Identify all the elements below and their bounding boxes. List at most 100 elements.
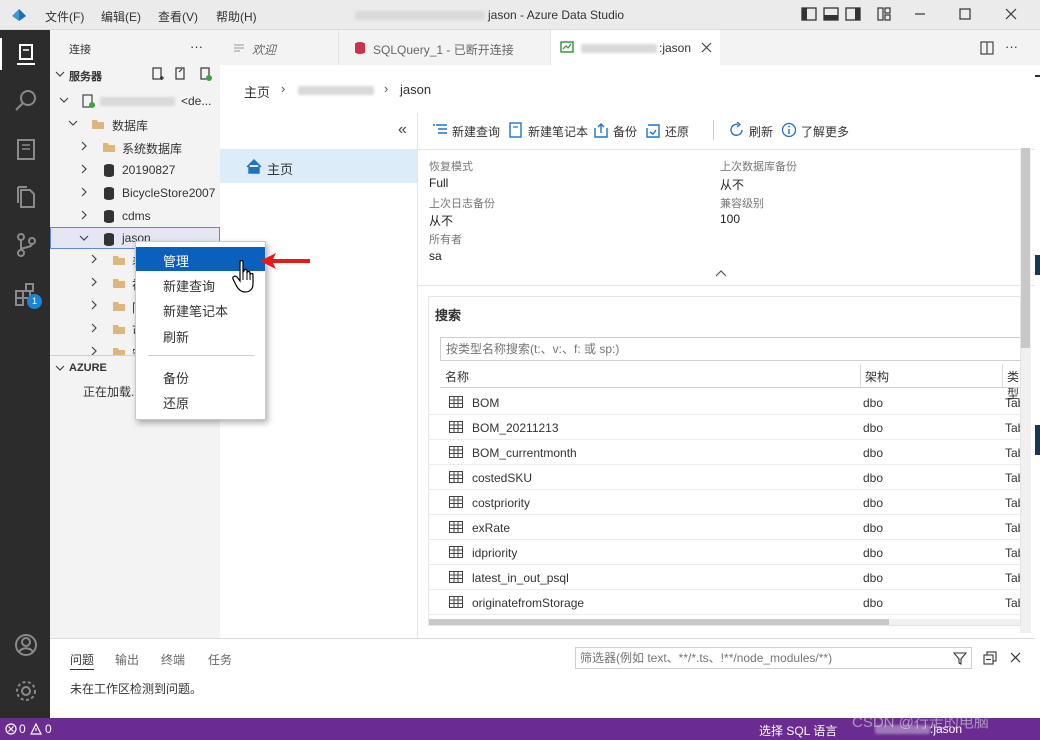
row-name: BOM (472, 396, 500, 410)
activity-bar: 1 (0, 30, 50, 718)
tab-welcome[interactable]: 欢迎 (220, 30, 338, 65)
column-divider (860, 364, 861, 387)
breadcrumb-separator-icon: › (281, 81, 286, 96)
last-log-backup-label: 上次日志备份 (429, 198, 495, 210)
active-connections-icon[interactable] (198, 67, 212, 81)
minimize-icon[interactable] (912, 6, 930, 24)
toggle-panel-icon[interactable] (823, 6, 841, 24)
database-icon (104, 164, 114, 177)
panel-close-icon[interactable] (1010, 652, 1021, 663)
panel-tab-output[interactable]: 输出 (115, 651, 139, 668)
column-header-name[interactable]: 名称 (445, 368, 469, 385)
breadcrumb-separator-icon: › (384, 81, 389, 96)
menu-help[interactable]: 帮助(H) (216, 8, 257, 25)
panel-tab-terminal[interactable]: 终端 (161, 651, 185, 668)
search-results: BOMdboTabBOM_20211213dboTabBOM_currentmo… (429, 390, 1020, 625)
error-count[interactable]: 0 (19, 722, 26, 736)
hand-cursor-icon (232, 260, 254, 293)
tab-dashboard-jason[interactable]: :jason (550, 30, 720, 65)
collapse-properties-icon[interactable] (715, 269, 727, 277)
row-type: Tab (1005, 521, 1020, 535)
language-mode[interactable]: 选择 SQL 语言 (759, 722, 837, 739)
new-server-group-icon[interactable] (174, 67, 188, 81)
servers-section[interactable]: 服务器 (50, 64, 220, 86)
menu-item-backup[interactable]: 备份 (136, 364, 265, 388)
table-row[interactable]: latest_in_out_psql dbo Tab (429, 565, 1020, 590)
toolbar-separator (418, 149, 1035, 150)
system-db-label: 系统数据库 (122, 142, 183, 156)
maximize-icon[interactable] (957, 6, 975, 24)
menu-edit[interactable]: 编辑(E) (101, 8, 141, 25)
table-row[interactable]: BOM_20211213 dbo Tab (429, 415, 1020, 440)
close-icon[interactable] (1003, 6, 1021, 24)
customize-layout-icon[interactable] (876, 6, 894, 24)
panel-tab-problems[interactable]: 问题 (70, 651, 94, 668)
menu-item-refresh[interactable]: 刷新 (136, 323, 265, 347)
table-icon (449, 596, 463, 608)
home-icon (246, 159, 262, 174)
redacted-server-name (298, 86, 374, 95)
search-input[interactable] (440, 337, 1020, 361)
horizontal-scrollbar-thumb[interactable] (429, 619, 889, 625)
row-type: Tab (1005, 496, 1020, 510)
table-row[interactable]: BOM_currentmonth dbo Tab (429, 440, 1020, 465)
row-type: Tab (1005, 546, 1020, 560)
tree-system-databases[interactable]: 系统数据库 (50, 136, 220, 158)
filter-icon[interactable] (953, 651, 967, 665)
source-control-icon[interactable] (13, 232, 39, 258)
tab-sqlquery[interactable]: SQLQuery_1 - 已断开连接 (338, 30, 550, 65)
editor-more-icon[interactable]: ··· (1005, 39, 1018, 54)
restore-label: 还原 (665, 125, 690, 139)
problems-filter-input[interactable] (575, 647, 972, 669)
menu-file[interactable]: 文件(F) (45, 8, 84, 25)
settings-gear-icon[interactable] (13, 678, 39, 704)
owner-value: sa (429, 249, 442, 263)
server-node[interactable]: <de... (50, 90, 220, 112)
sidebar-more-icon[interactable]: ··· (190, 39, 203, 54)
warning-count[interactable]: 0 (45, 722, 52, 736)
table-row[interactable]: originatefromStorage dbo Tab (429, 590, 1020, 615)
notebooks-icon[interactable] (13, 136, 39, 162)
vertical-scrollbar[interactable] (1020, 148, 1031, 633)
connections-icon[interactable] (13, 42, 39, 68)
explorer-icon[interactable] (13, 184, 39, 210)
table-row[interactable]: BOM dbo Tab (429, 390, 1020, 415)
breadcrumb-db[interactable]: jason (400, 82, 431, 97)
table-row[interactable]: idpriority dbo Tab (429, 540, 1020, 565)
column-header-schema[interactable]: 架构 (865, 368, 889, 385)
table-row[interactable]: costedSKU dbo Tab (429, 465, 1020, 490)
learn-more-label: 了解更多 (801, 125, 850, 139)
toggle-sidebar-icon[interactable] (801, 6, 819, 24)
menu-view[interactable]: 查看(V) (158, 8, 198, 25)
search-icon[interactable] (13, 88, 39, 114)
row-name: BOM_20211213 (472, 421, 559, 435)
info-icon (781, 122, 797, 138)
account-icon[interactable] (13, 632, 39, 658)
tab-close-icon[interactable] (701, 42, 712, 53)
tree-databases-folder[interactable]: 数据库 (50, 113, 220, 135)
row-name: idpriority (472, 546, 518, 560)
table-row[interactable]: exRate dbo Tab (429, 515, 1020, 540)
table-icon (449, 421, 463, 433)
scrollbar-thumb[interactable] (1021, 148, 1030, 348)
menu-item-restore[interactable]: 还原 (136, 389, 265, 413)
table-row[interactable]: costpriority dbo Tab (429, 490, 1020, 515)
collapse-all-icon[interactable] (983, 651, 997, 665)
welcome-icon (234, 44, 244, 52)
title-bar: 文件(F) 编辑(E) 查看(V) 帮助(H) jason - Azure Da… (0, 0, 1040, 30)
horizontal-scrollbar[interactable] (429, 619, 1020, 625)
tree-db-bicyclestore2007[interactable]: BicycleStore2007 (50, 182, 220, 204)
nav-home-item[interactable]: 主页 (220, 149, 417, 183)
warning-icon (30, 723, 42, 735)
collapse-nav-icon[interactable]: « (398, 121, 407, 139)
tree-db-cdms[interactable]: cdms (50, 205, 220, 227)
toggle-secondary-sidebar-icon[interactable] (845, 6, 863, 24)
panel-tab-tasks[interactable]: 任务 (208, 651, 232, 668)
new-connection-icon[interactable] (151, 67, 165, 81)
red-arrow-icon (260, 253, 310, 269)
split-editor-icon[interactable] (980, 41, 994, 55)
breadcrumb-home[interactable]: 主页 (244, 82, 270, 101)
tree-db-20190827[interactable]: 20190827 (50, 159, 220, 181)
menu-item-new-notebook[interactable]: 新建笔记本 (136, 297, 265, 321)
row-schema: dbo (863, 596, 884, 610)
